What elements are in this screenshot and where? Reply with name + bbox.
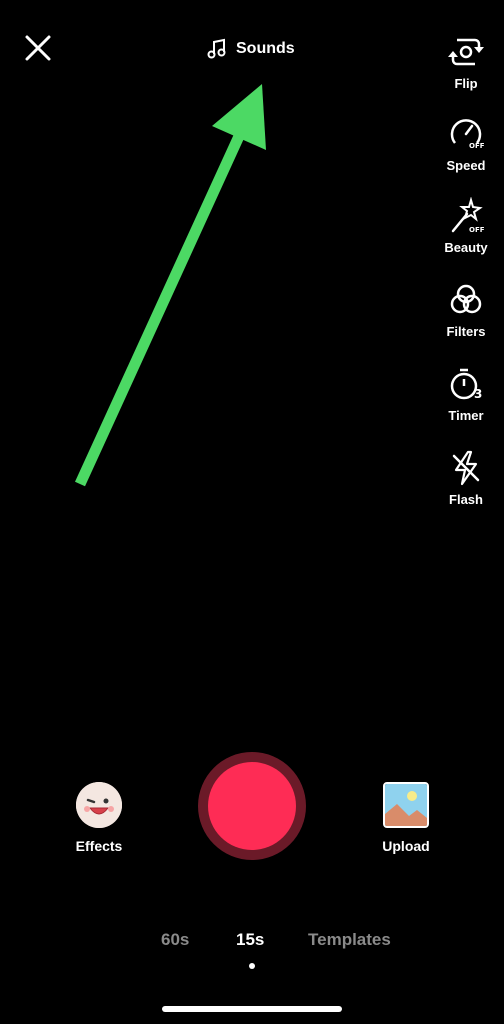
timer-label: Timer [448,408,484,423]
winking-face-icon [76,782,122,828]
flip-camera-icon [448,38,484,66]
beauty-off-text: OFF [469,226,485,234]
upload-label: Upload [382,838,430,854]
effects-button[interactable]: Effects [68,782,130,854]
mode-60s[interactable]: 60s [161,930,189,950]
close-button[interactable] [22,32,54,64]
speed-off-icon: OFF [450,119,485,150]
flash-button[interactable]: Flash [436,448,496,507]
mode-templates[interactable]: Templates [308,930,391,950]
filters-icon [450,284,482,314]
flip-label: Flip [454,76,478,91]
record-button-core [208,762,296,850]
speed-label: Speed [446,158,486,173]
beauty-off-icon: OFF [451,197,485,234]
timer-icon: 3 [450,368,482,401]
upload-button[interactable]: Upload [376,782,436,854]
music-note-icon [207,38,226,59]
active-mode-indicator [249,963,255,969]
filters-button[interactable]: Filters [436,280,496,339]
sounds-label: Sounds [236,40,295,57]
speed-button[interactable]: OFF Speed [436,114,496,173]
timer-button[interactable]: 3 Timer [436,364,496,423]
mode-15s[interactable]: 15s [236,930,264,950]
annotation-arrow [74,84,266,487]
beauty-button[interactable]: OFF Beauty [436,196,496,255]
flash-label: Flash [449,492,483,507]
filters-label: Filters [446,324,486,339]
beauty-label: Beauty [444,240,488,255]
close-icon [25,35,51,61]
flip-button[interactable]: Flip [436,32,496,91]
timer-count-text: 3 [474,387,482,401]
sounds-button[interactable]: Sounds [206,36,295,62]
flash-off-icon [452,450,480,486]
mode-selector: 60s 15s Templates [0,930,504,960]
effects-label: Effects [75,838,123,854]
gallery-thumbnail-icon [383,782,429,828]
record-button[interactable] [198,752,306,860]
speed-off-text: OFF [469,142,485,150]
home-indicator[interactable] [162,1006,342,1012]
